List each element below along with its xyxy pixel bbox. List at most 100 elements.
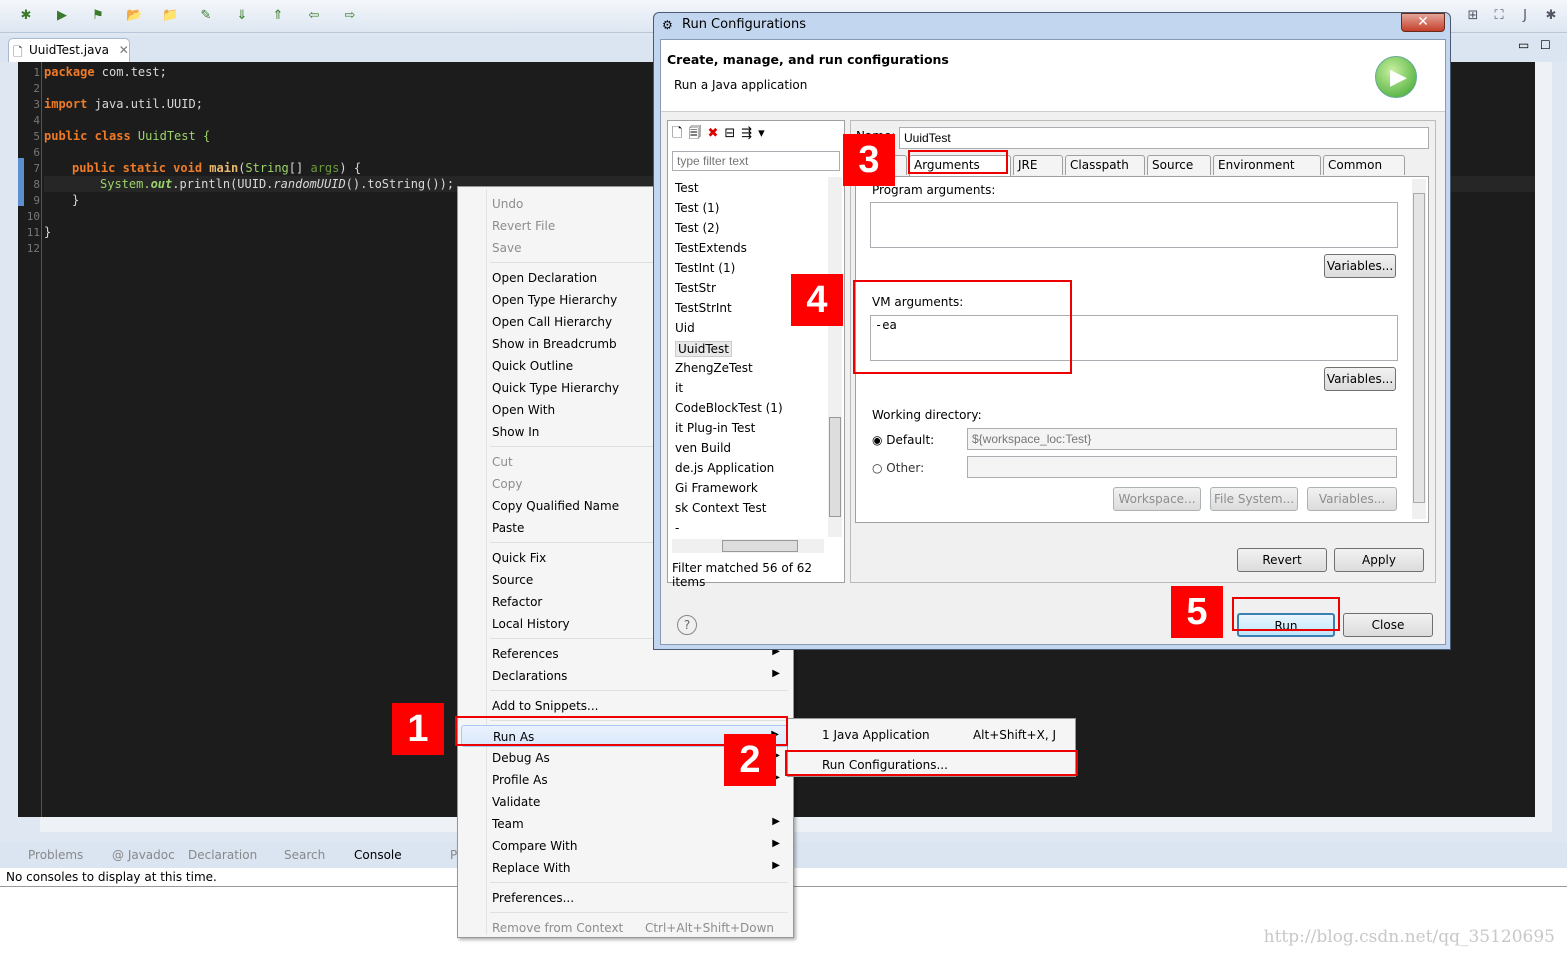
bottom-tab-3[interactable]: Search [284, 848, 325, 862]
tab-vertical-scrollbar[interactable] [1412, 179, 1426, 519]
open-task-icon[interactable]: 📁 [162, 8, 178, 24]
menu-item-label: Paste [492, 521, 525, 535]
tab-classpath[interactable]: Classpath [1065, 155, 1145, 175]
tab-source[interactable]: Source [1147, 155, 1211, 175]
tab-environment[interactable]: Environment [1213, 155, 1321, 175]
program-arguments-input[interactable] [870, 202, 1398, 248]
maximize-icon[interactable]: ☐ [1540, 38, 1551, 52]
filter-status: Filter matched 56 of 62 items [672, 561, 813, 589]
collapse-all-icon[interactable]: ⊟ [724, 126, 741, 141]
step-label-4: 4 [791, 274, 843, 326]
filter-input[interactable] [672, 151, 840, 171]
apply-button[interactable]: Apply [1334, 548, 1424, 572]
open-type-icon[interactable]: 📂 [126, 8, 142, 24]
configuration-item[interactable]: Test (2) [675, 221, 719, 235]
run-icon[interactable]: ▶ [54, 8, 70, 24]
bottom-tab-0[interactable]: Problems [28, 848, 83, 862]
configuration-item[interactable]: de.js Application [675, 461, 774, 475]
configuration-item[interactable]: Gi Framework [675, 481, 758, 495]
configuration-item[interactable]: sk Context Test [675, 501, 766, 515]
debug-perspective-icon[interactable]: ✱ [1543, 8, 1559, 24]
menu-item-label: Show in Breadcrumb [492, 337, 617, 351]
external-tools-icon[interactable]: ⚑ [90, 8, 106, 24]
dialog-close-button[interactable]: ✕ [1401, 13, 1445, 32]
change-ruler [18, 158, 24, 206]
annotation-box-run-configurations [785, 750, 1078, 776]
next-annotation-icon[interactable]: ⇓ [234, 8, 250, 24]
forward-icon[interactable]: ⇨ [342, 8, 358, 24]
menu-item-compare-with[interactable]: Compare With ▶ [461, 835, 790, 857]
configuration-item[interactable]: UuidTest [675, 341, 732, 357]
step-label-1: 1 [392, 703, 444, 755]
configuration-item[interactable]: TestExtends [675, 241, 747, 255]
java-perspective-icon[interactable]: J [1517, 8, 1533, 24]
default-radio[interactable]: ◉ Default: [872, 433, 934, 447]
configuration-item[interactable]: Test (1) [675, 201, 719, 215]
configuration-item[interactable]: TestStr [675, 281, 716, 295]
configuration-item[interactable]: ven Build [675, 441, 731, 455]
menu-item-label: Profile As [492, 773, 548, 787]
bottom-tab-1[interactable]: @ Javadoc [112, 848, 175, 862]
back-icon[interactable]: ⇦ [306, 8, 322, 24]
vm-variables-button[interactable]: Variables... [1324, 367, 1396, 391]
configuration-item[interactable]: it [675, 381, 683, 395]
menu-item-team[interactable]: Team ▶ [461, 813, 790, 835]
configuration-item[interactable]: - [675, 521, 679, 535]
menu-item-preferences[interactable]: Preferences... [461, 887, 790, 909]
program-variables-button[interactable]: Variables... [1324, 254, 1396, 278]
menu-item-label: Copy Qualified Name [492, 499, 620, 513]
configuration-item[interactable]: Uid [675, 321, 695, 335]
configuration-list: Test Test (1) Test (2) TestExtends TestInt (… [668, 177, 828, 537]
debug-icon[interactable]: ✱ [18, 8, 34, 24]
configuration-item[interactable]: CodeBlockTest (1) [675, 401, 783, 415]
menu-item-label: Compare With [492, 839, 578, 853]
working-dir-variables-button[interactable]: Variables... [1307, 487, 1397, 511]
minimize-icon[interactable]: ▭ [1518, 38, 1529, 52]
bottom-tab-4[interactable]: Console [354, 848, 402, 862]
line-number: 11 [26, 226, 40, 239]
close-tab-icon[interactable]: ✕ [119, 43, 129, 57]
configuration-item[interactable]: ZhengZeTest [675, 361, 753, 375]
filter-icon[interactable]: ⇶▾ [741, 126, 770, 141]
configuration-item[interactable]: TestInt (1) [675, 261, 735, 275]
code-token: com.test; [94, 65, 167, 79]
menu-item-replace-with[interactable]: Replace With ▶ [461, 857, 790, 879]
revert-button[interactable]: Revert [1237, 548, 1327, 572]
menu-item-validate[interactable]: Validate [461, 791, 790, 813]
chevron-right-icon: ▶ [772, 668, 780, 679]
delete-icon[interactable]: ✖ [707, 126, 724, 141]
search-icon[interactable]: ✎ [198, 8, 214, 24]
open-perspective-icon[interactable]: ⊞ [1465, 8, 1481, 24]
list-horizontal-scrollbar[interactable] [672, 539, 824, 553]
close-button[interactable]: Close [1343, 613, 1433, 637]
menu-item-add-to-snippets[interactable]: Add to Snippets... [461, 695, 790, 717]
annotation-box-run-button [1232, 597, 1340, 631]
duplicate-icon[interactable]: 🗐 [688, 126, 707, 141]
configuration-item[interactable]: it Plug-in Test [675, 421, 755, 435]
menu-item-remove-from-context[interactable]: Remove from Context Ctrl+Alt+Shift+Down [461, 917, 790, 939]
tab-common[interactable]: Common [1323, 155, 1405, 175]
other-radio[interactable]: ○ Other: [872, 461, 924, 475]
bottom-tab-2[interactable]: Declaration [188, 848, 257, 862]
workspace-button[interactable]: Workspace... [1113, 487, 1201, 511]
line-number: 5 [33, 130, 40, 143]
menu-item-label: Remove from Context [492, 921, 624, 935]
name-input[interactable] [899, 127, 1429, 149]
default-directory-input [967, 428, 1397, 450]
tab-jre[interactable]: JRE [1013, 155, 1063, 175]
submenu-item-0[interactable]: 1 Java Application Alt+Shift+X, J [791, 724, 1072, 746]
file-system-button[interactable]: File System... [1210, 487, 1298, 511]
code-token: public class [44, 129, 131, 143]
previous-annotation-icon[interactable]: ⇑ [270, 8, 286, 24]
new-config-icon[interactable]: 🗋 [672, 126, 688, 141]
configuration-item[interactable]: TestStrInt [675, 301, 732, 315]
configuration-item[interactable]: Test [675, 181, 699, 195]
help-icon[interactable]: ? [677, 615, 697, 635]
editor-vertical-scrollbar[interactable] [1535, 62, 1552, 832]
hierarchy-perspective-icon[interactable]: ⛶ [1491, 8, 1507, 24]
list-vertical-scrollbar[interactable] [828, 177, 842, 537]
editor-tab-uuidtest[interactable]: 🗋 UuidTest.java ✕ [8, 38, 130, 62]
other-directory-input[interactable] [967, 456, 1397, 478]
code-token: } [44, 225, 52, 239]
menu-item-declarations[interactable]: Declarations ▶ [461, 665, 790, 687]
